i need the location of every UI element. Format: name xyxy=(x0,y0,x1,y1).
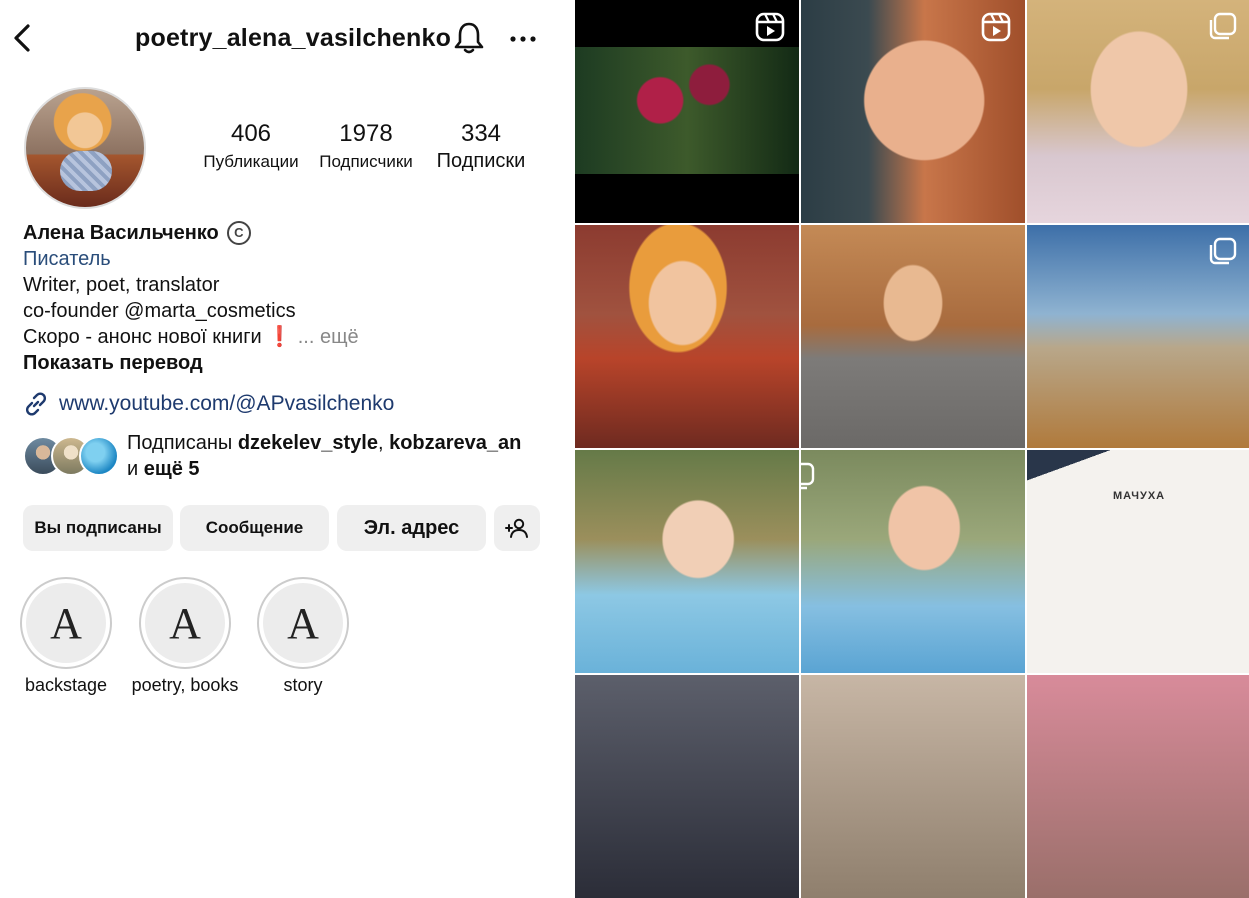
highlight-backstage[interactable]: A backstage xyxy=(6,577,126,696)
post-thumbnail[interactable] xyxy=(575,225,799,448)
stat-posts[interactable]: 406 Публикации xyxy=(198,120,304,172)
profile-name-row: Алена Васильченко C xyxy=(23,220,553,246)
followed-by-user-1: dzekelev_style xyxy=(237,432,378,454)
copyright-icon: C xyxy=(226,221,251,245)
post-thumbnail[interactable] xyxy=(575,0,799,223)
highlight-story[interactable]: A story xyxy=(243,577,363,696)
stat-following-value: 334 xyxy=(460,120,502,147)
post-thumbnail[interactable] xyxy=(575,675,799,898)
avatar-scarf xyxy=(60,151,112,191)
profile-username: poetry_alena_vasilchenko xyxy=(135,24,452,52)
bell-icon[interactable] xyxy=(452,20,486,56)
stat-followers-value: 1978 xyxy=(339,120,393,147)
top-bar: poetry_alena_vasilchenko xyxy=(0,0,560,78)
profile-bio: Алена Васильченко C Писатель Writer, poe… xyxy=(23,220,553,376)
post-thumbnail[interactable] xyxy=(1027,225,1249,448)
profile-avatar[interactable] xyxy=(24,87,146,209)
stat-followers-label: Подписчики xyxy=(319,152,413,171)
email-button[interactable]: Эл. адрес xyxy=(337,505,486,551)
bio-more-link[interactable]: ... ещё xyxy=(298,326,359,348)
carousel-icon xyxy=(1209,12,1237,40)
following-button[interactable]: Вы подписаны xyxy=(23,505,173,551)
followed-by-separator: , xyxy=(377,432,390,454)
back-arrow-icon[interactable] xyxy=(10,22,34,54)
post-thumbnail[interactable] xyxy=(1027,0,1249,223)
bio-line-2: co-founder @marta_cosmetics xyxy=(23,300,296,322)
stat-following[interactable]: 334 Подписки xyxy=(430,120,532,173)
highlight-logo-glyph: A xyxy=(169,598,201,648)
followed-by-text: Подписаны dzekelev_style, kobzareva_an и… xyxy=(127,430,521,482)
post-thumbnail[interactable]: МАЧУХА xyxy=(1027,450,1249,673)
profile-panel: poetry_alena_vasilchenko 406 Публикации … xyxy=(0,0,575,703)
followed-by-prefix: Подписаны xyxy=(127,432,238,454)
highlight-label: backstage xyxy=(24,675,108,695)
profile-display-name: Алена Васильченко xyxy=(23,222,219,244)
highlight-cover: A xyxy=(145,583,225,663)
bio-line-3-text: Скоро - анонс нової книги xyxy=(23,326,262,348)
highlight-poetry-books[interactable]: A poetry, books xyxy=(125,577,245,696)
add-person-icon xyxy=(505,518,528,538)
highlight-cover: A xyxy=(26,583,106,663)
followed-by-more: ещё 5 xyxy=(143,458,200,480)
highlight-ring: A xyxy=(257,577,349,669)
post-thumbnail[interactable] xyxy=(575,450,799,673)
book-cover-title: МАЧУХА xyxy=(1113,490,1166,502)
post-thumbnail[interactable] xyxy=(801,450,1025,673)
more-options-icon[interactable] xyxy=(508,26,538,52)
reels-icon xyxy=(755,12,785,42)
highlight-label: poetry, books xyxy=(131,675,239,695)
bio-line-1: Writer, poet, translator xyxy=(23,274,220,296)
stat-posts-label: Публикации xyxy=(203,152,299,171)
post-thumbnail[interactable] xyxy=(801,675,1025,898)
carousel-icon xyxy=(801,462,815,490)
highlight-ring: A xyxy=(139,577,231,669)
highlight-logo-glyph: A xyxy=(50,598,82,648)
carousel-icon xyxy=(1209,237,1237,265)
follower-avatar xyxy=(79,436,119,476)
message-button[interactable]: Сообщение xyxy=(180,505,329,551)
posts-grid: МАЧУХА xyxy=(575,0,1249,898)
reels-icon xyxy=(981,12,1011,42)
exclamation-icon: ❗ xyxy=(267,326,293,348)
bio-line-3: Скоро - анонс нової книги ❗ ... ещё xyxy=(23,324,553,350)
post-thumbnail[interactable] xyxy=(801,225,1025,448)
external-link-url: www.youtube.com/@APvasilchenko xyxy=(59,392,395,415)
post-thumbnail[interactable] xyxy=(801,0,1025,223)
highlight-logo-glyph: A xyxy=(287,598,319,648)
show-translation-link[interactable]: Показать перевод xyxy=(23,350,553,376)
highlight-ring: A xyxy=(20,577,112,669)
stat-followers[interactable]: 1978 Подписчики xyxy=(313,120,419,172)
external-link[interactable]: www.youtube.com/@APvasilchenko xyxy=(23,391,394,417)
link-icon xyxy=(25,392,47,416)
highlight-label: story xyxy=(283,675,323,695)
profile-category: Писатель xyxy=(23,248,111,270)
followed-by-user-2: kobzareva_an xyxy=(389,432,522,454)
followed-by-and: и xyxy=(127,458,144,480)
post-thumbnail[interactable] xyxy=(1027,675,1249,898)
suggested-users-button[interactable] xyxy=(494,505,540,551)
highlight-cover: A xyxy=(263,583,343,663)
stat-posts-value: 406 xyxy=(230,120,272,147)
stat-following-label: Подписки xyxy=(436,150,526,172)
